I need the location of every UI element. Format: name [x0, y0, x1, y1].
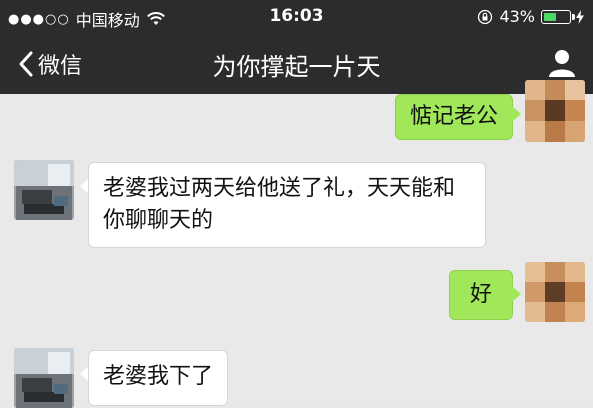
chat-title: 为你撑起一片天 [212, 53, 381, 81]
message-bubble-self[interactable]: 好 [449, 270, 513, 320]
avatar-self[interactable] [525, 80, 585, 142]
message-bubble-self[interactable]: 惦记老公 [394, 94, 513, 140]
user-profile-icon[interactable] [545, 46, 579, 80]
battery-level-fill [544, 12, 557, 21]
message-text: 惦记老公 [409, 104, 498, 129]
avatar-other[interactable] [14, 160, 74, 220]
message-text: 好 [469, 282, 492, 307]
bubble-tail [512, 106, 521, 122]
chat-area[interactable]: 惦记老公 老婆我过两天给他送了礼，天天能和 你聊聊天的 好 老婆我下了 [0, 80, 593, 408]
battery-percent: 43% [499, 7, 535, 26]
orientation-lock-icon [478, 9, 493, 24]
status-bar: ●●●○○ 中国移动 16:03 43% [0, 0, 593, 34]
bubble-tail [512, 286, 521, 302]
message-text: 老婆我下了 [103, 364, 214, 389]
status-right: 43% [477, 7, 585, 26]
avatar-self[interactable] [525, 262, 585, 322]
charging-icon [576, 9, 584, 24]
message-bubble-other[interactable]: 老婆我过两天给他送了礼，天天能和 你聊聊天的 [88, 162, 486, 248]
message-bubble-other[interactable]: 老婆我下了 [88, 350, 229, 406]
message-text-line: 老婆我过两天给他送了礼，天天能和 [103, 176, 456, 201]
battery-icon [541, 9, 575, 24]
navigation-bar: 微信 为你撑起一片天 [0, 34, 593, 94]
avatar-other[interactable] [14, 348, 74, 408]
battery-nub [572, 13, 575, 20]
message-text-line: 你聊聊天的 [103, 208, 214, 233]
